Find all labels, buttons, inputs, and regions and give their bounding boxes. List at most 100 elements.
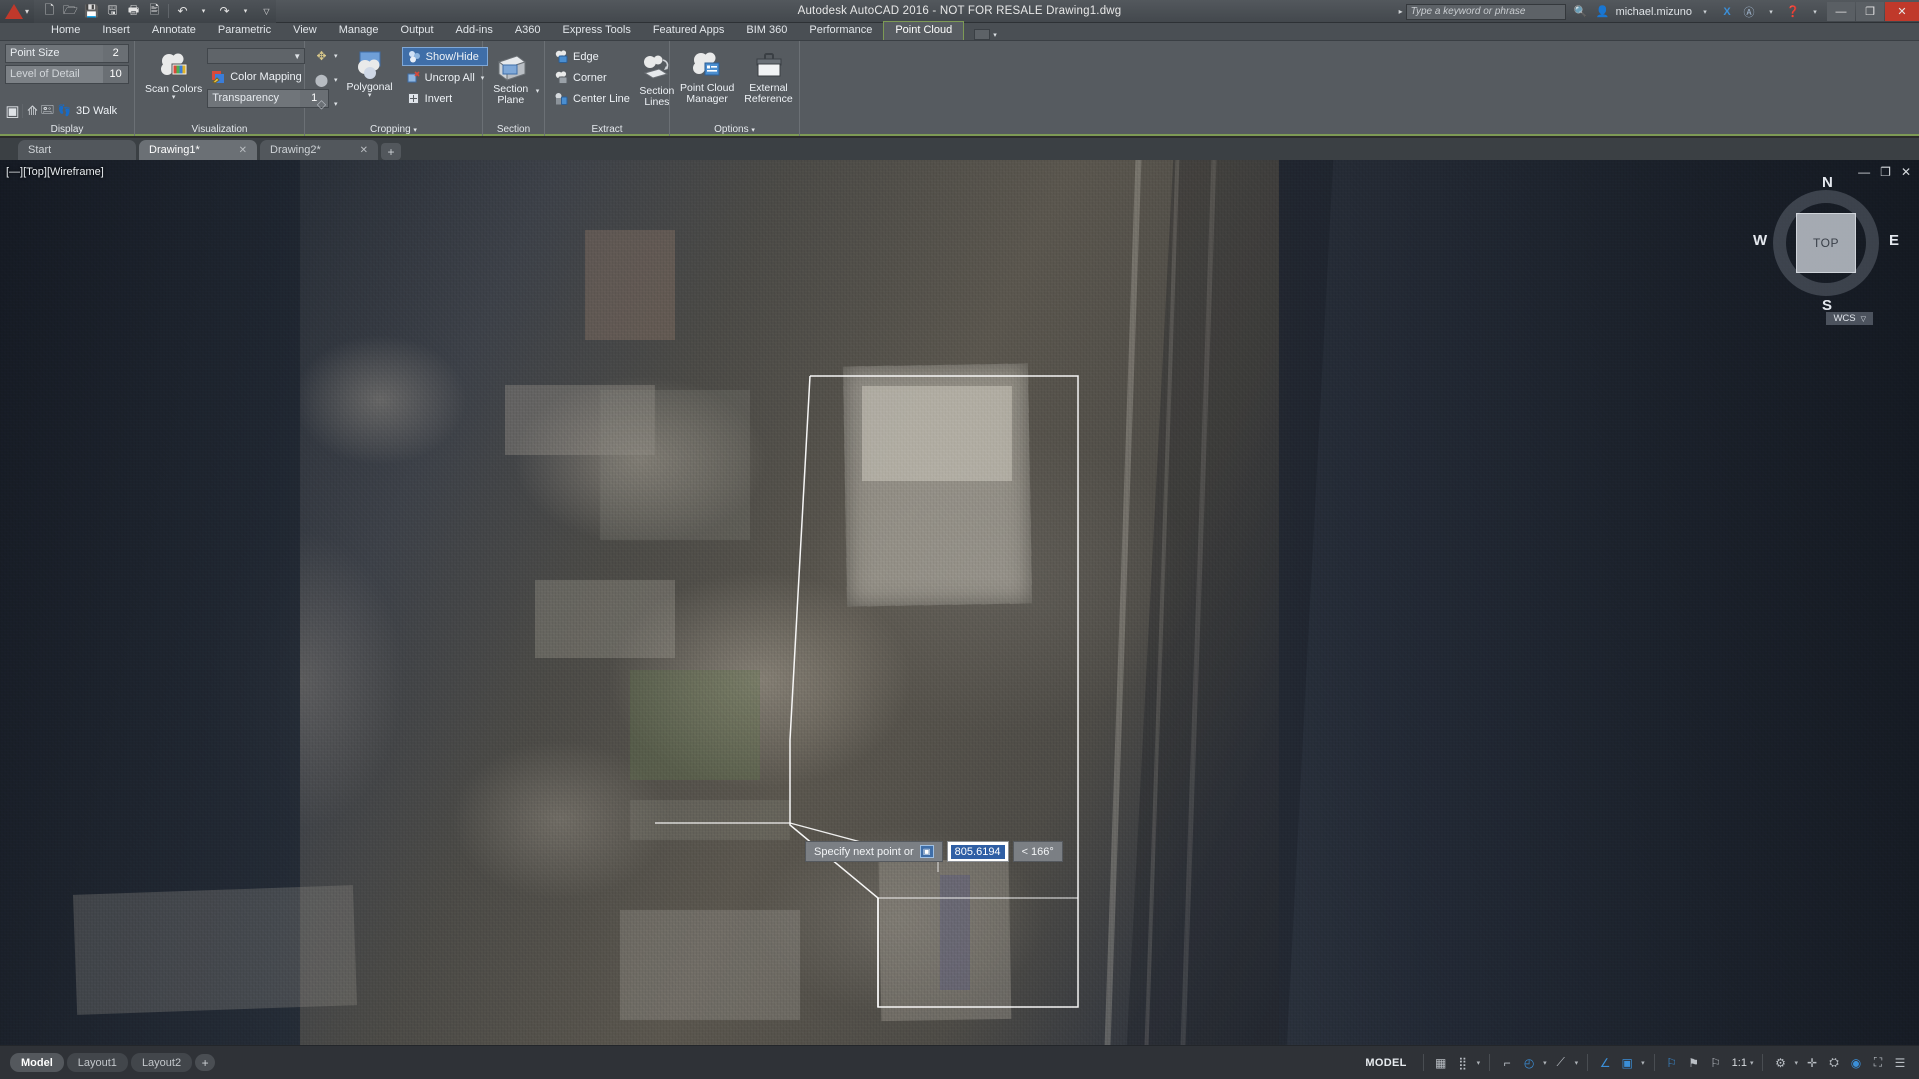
plot-icon[interactable]: 🖶 — [124, 2, 143, 21]
wcs-selector[interactable]: WCS ▽ — [1826, 312, 1873, 325]
exchange-icon[interactable]: X — [1716, 2, 1738, 22]
hardware-acceleration-icon[interactable]: ✛ — [1801, 1052, 1823, 1074]
drawing-area[interactable]: [—][Top][Wireframe] — ❐ ✕ TOP N S W E WC… — [0, 160, 1919, 1045]
external-reference-button[interactable]: External Reference — [739, 44, 797, 121]
ribbon-tab-bim360[interactable]: BIM 360 — [735, 22, 798, 40]
layout-tab-model[interactable]: Model — [10, 1053, 64, 1072]
model-space-toggle[interactable]: MODEL — [1355, 1057, 1416, 1069]
crop-polyline-row[interactable]: ◇ ▾ — [314, 97, 338, 112]
autodesk-dropdown-icon[interactable]: ▾ — [1760, 2, 1782, 22]
ribbon-tab-home[interactable]: Home — [40, 22, 91, 40]
add-layout-button[interactable]: + — [195, 1054, 216, 1071]
ribbon-tab-express-tools[interactable]: Express Tools — [552, 22, 642, 40]
search-input[interactable]: Type a keyword or phrase — [1405, 3, 1566, 20]
open-icon[interactable]: 🗁 — [61, 2, 80, 21]
object-snap-icon[interactable]: ⟋ — [1550, 1052, 1572, 1074]
fullscreen-icon[interactable]: ⛶ — [1867, 1052, 1889, 1074]
polygonal-crop-button[interactable]: Polygonal ▾ — [342, 44, 398, 121]
view-cube-top-face[interactable]: TOP — [1796, 213, 1856, 273]
dynamic-input-angle-field[interactable]: < 166° — [1012, 841, 1063, 862]
crop-polyline-icon[interactable]: ◇ — [314, 97, 329, 112]
point-cloud-camera-icon[interactable]: 🖭 — [40, 103, 55, 118]
isolate-objects-icon[interactable]: ⛭ — [1823, 1052, 1845, 1074]
ribbon-panel-chip-icon[interactable] — [974, 29, 991, 40]
edge-button[interactable]: Edge — [550, 47, 634, 66]
corner-button[interactable]: Corner — [550, 68, 634, 87]
ribbon-tab-featured-apps[interactable]: Featured Apps — [642, 22, 736, 40]
ribbon-tab-output[interactable]: Output — [390, 22, 445, 40]
view-cube-north-label[interactable]: N — [1822, 174, 1833, 191]
chevron-down-icon[interactable]: ▾ — [751, 127, 755, 134]
ribbon-tab-addins[interactable]: Add-ins — [445, 22, 504, 40]
file-tab-drawing1[interactable]: Drawing1* ✕ — [139, 140, 257, 160]
polar-dropdown-icon[interactable]: ▾ — [1543, 1059, 1547, 1067]
customization-icon[interactable]: ☰ — [1889, 1052, 1911, 1074]
file-tab-drawing2[interactable]: Drawing2* ✕ — [260, 140, 378, 160]
ribbon-tab-performance[interactable]: Performance — [798, 22, 883, 40]
uncrop-all-button[interactable]: Uncrop All ▾ — [402, 68, 489, 87]
viewport-close-icon[interactable]: ✕ — [1901, 165, 1911, 179]
close-icon[interactable]: ✕ — [360, 145, 368, 156]
ortho-mode-icon[interactable]: ⌐ — [1496, 1052, 1518, 1074]
viewport-minimize-icon[interactable]: — — [1858, 165, 1870, 179]
close-icon[interactable]: ✕ — [239, 145, 247, 156]
search-expand-icon[interactable]: ▸ — [1396, 7, 1406, 16]
workspace-switching-icon[interactable]: ⚙ — [1769, 1052, 1791, 1074]
autodesk-icon[interactable]: Ⓐ — [1738, 2, 1760, 22]
chevron-down-icon[interactable]: ▾ — [334, 52, 338, 60]
ribbon-tab-parametric[interactable]: Parametric — [207, 22, 282, 40]
save-as-icon[interactable]: 🖫 — [103, 2, 122, 21]
scale-dropdown-icon[interactable]: ▾ — [1750, 1059, 1754, 1067]
redo-dropdown-icon[interactable]: ▾ — [236, 2, 255, 21]
restore-button[interactable]: ❐ — [1856, 2, 1884, 21]
save-icon[interactable]: 💾 — [82, 2, 101, 21]
chevron-down-icon[interactable]: ▾ — [368, 92, 372, 99]
object-snap-tracking-icon[interactable]: ∠ — [1594, 1052, 1616, 1074]
point-cloud-box-icon[interactable]: ▣ — [5, 103, 20, 120]
new-tab-button[interactable]: + — [381, 143, 401, 160]
view-cube-west-label[interactable]: W — [1753, 232, 1767, 249]
show-hide-button[interactable]: Show/Hide — [401, 47, 489, 66]
chevron-down-icon[interactable]: ▾ — [334, 100, 338, 108]
crop-rectangular-icon[interactable]: ✥ — [314, 49, 329, 64]
undo-icon[interactable]: ↶ — [173, 2, 192, 21]
ribbon-tab-point-cloud[interactable]: Point Cloud — [883, 21, 965, 40]
file-tab-start[interactable]: Start — [18, 140, 136, 160]
close-button[interactable]: ✕ — [1885, 2, 1919, 21]
invert-button[interactable]: Invert — [402, 89, 489, 108]
plot-pdf-icon[interactable]: 🖹 — [145, 2, 164, 21]
chevron-down-icon[interactable]: ▾ — [413, 127, 417, 134]
snap-mode-icon[interactable]: ⣿ — [1452, 1052, 1474, 1074]
user-name-label[interactable]: michael.mizuno — [1614, 6, 1694, 18]
infocenter-icon[interactable]: 🔍 — [1570, 2, 1592, 22]
view-cube[interactable]: TOP N S W E — [1753, 174, 1899, 314]
crop-circular-row[interactable]: ⬤ ▾ — [314, 73, 338, 88]
snap-dropdown-icon[interactable]: ▾ — [1477, 1059, 1481, 1067]
dynamic-input-distance-value[interactable]: 805.6194 — [950, 844, 1005, 859]
autoscale-icon[interactable]: ⚑ — [1683, 1052, 1705, 1074]
dynamic-ucs-icon[interactable]: ⟰ — [25, 103, 40, 118]
undo-dropdown-icon[interactable]: ▾ — [194, 2, 213, 21]
polar-tracking-icon[interactable]: ◴ — [1518, 1052, 1540, 1074]
ribbon-tab-manage[interactable]: Manage — [328, 22, 390, 40]
point-size-value[interactable]: 2 — [103, 45, 128, 62]
redo-icon[interactable]: ↷ — [215, 2, 234, 21]
crop-rectangular-row[interactable]: ✥ ▾ — [314, 49, 338, 64]
qat-customize-icon[interactable]: ▽ — [257, 2, 276, 21]
ribbon-tab-annotate[interactable]: Annotate — [141, 22, 207, 40]
user-dropdown-icon[interactable]: ▾ — [1694, 2, 1716, 22]
layout-tab-layout2[interactable]: Layout2 — [130, 1053, 193, 1072]
viewport-restore-icon[interactable]: ❐ — [1880, 165, 1891, 179]
chevron-down-icon[interactable]: ▾ — [993, 31, 997, 39]
dynamic-input-tooltip[interactable]: Specify next point or ▣ 805.6194 < 166° — [805, 841, 1063, 862]
3d-walk-button[interactable]: 👣 3D Walk — [55, 101, 121, 120]
ucs-dropdown-icon[interactable]: ▾ — [1641, 1059, 1645, 1067]
clean-screen-status-icon[interactable]: ◉ — [1845, 1052, 1867, 1074]
view-cube-east-label[interactable]: E — [1889, 232, 1899, 249]
level-of-detail-value[interactable]: 10 — [103, 66, 128, 83]
level-of-detail-field[interactable]: Level of Detail 10 — [5, 65, 129, 84]
viewport-label[interactable]: [—][Top][Wireframe] — [6, 166, 104, 178]
help-icon[interactable]: ❓ — [1782, 2, 1804, 22]
annotation-scale-value[interactable]: 1:1 — [1727, 1057, 1747, 1069]
annotation-visibility-icon[interactable]: ⚐ — [1661, 1052, 1683, 1074]
